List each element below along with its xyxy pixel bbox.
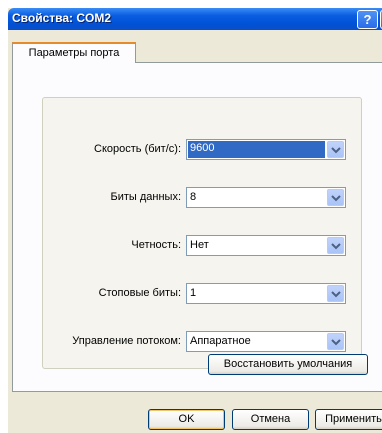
parity-select[interactable]: Нет [186, 235, 346, 256]
baud-rate-value: 9600 [188, 141, 325, 158]
flow-control-select[interactable]: Аппаратное [186, 331, 346, 352]
tab-panel: Скорость (бит/с): 9600 Биты данных: 8 Че… [12, 62, 382, 392]
ok-button[interactable]: OK [148, 409, 225, 430]
flow-control-value: Аппаратное [190, 335, 251, 347]
chevron-down-icon[interactable] [327, 237, 344, 254]
stop-bits-value: 1 [190, 287, 197, 299]
stop-bits-label: Стоповые биты: [98, 287, 181, 299]
baud-rate-select[interactable]: 9600 [186, 139, 346, 160]
tab-port-settings[interactable]: Параметры порта [12, 42, 136, 63]
parity-value: Нет [190, 239, 209, 251]
cancel-button[interactable]: Отмена [232, 409, 309, 430]
parity-label: Четность: [131, 239, 181, 251]
stop-bits-select[interactable]: 1 [186, 283, 346, 304]
flow-control-label: Управление потоком: [72, 335, 181, 347]
chevron-down-icon[interactable] [327, 141, 344, 158]
title-bar[interactable]: Свойства: COM2 ? ✕ [8, 8, 382, 30]
data-bits-select[interactable]: 8 [186, 187, 346, 208]
apply-button[interactable]: Применить [315, 409, 382, 430]
data-bits-value: 8 [190, 191, 197, 203]
data-bits-label: Биты данных: [110, 191, 181, 203]
baud-rate-label: Скорость (бит/с): [94, 143, 181, 155]
chevron-down-icon[interactable] [327, 189, 344, 206]
settings-group: Скорость (бит/с): 9600 Биты данных: 8 Че… [42, 97, 362, 369]
chevron-down-icon[interactable] [327, 333, 344, 350]
restore-defaults-button[interactable]: Восстановить умолчания [208, 354, 368, 375]
window-title: Свойства: COM2 [12, 11, 112, 25]
properties-dialog: Свойства: COM2 ? ✕ Параметры порта Скоро… [8, 8, 382, 433]
help-button[interactable]: ? [357, 10, 378, 29]
chevron-down-icon[interactable] [327, 285, 344, 302]
